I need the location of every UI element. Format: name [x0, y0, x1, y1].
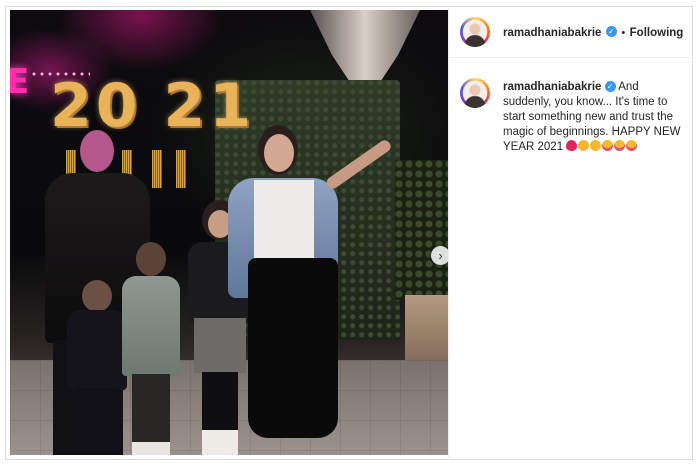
background-pillar [310, 10, 420, 85]
party-face-icon [626, 140, 638, 151]
clapping-hands-icon [590, 140, 602, 151]
clapping-hands-icon [578, 140, 590, 151]
verified-badge-icon: ✓ [605, 26, 617, 38]
next-photo-button[interactable]: › [431, 246, 448, 265]
neon-letter: E [10, 62, 30, 102]
username-link[interactable]: ramadhaniabakrie [503, 27, 601, 39]
separator-dot: • [621, 27, 626, 39]
post-side-panel: ramadhaniabakrie ✓ • Following ramadhani… [448, 6, 694, 460]
party-face-icon [614, 140, 626, 151]
post-header: ramadhaniabakrie ✓ • Following [449, 6, 694, 58]
person-boy-right [118, 242, 186, 455]
post-photo[interactable]: E 2 0 2 1 › [10, 10, 448, 455]
chevron-right-icon: › [438, 248, 443, 263]
post-caption: ramadhaniabakrie ✓ And suddenly, you kno… [503, 80, 688, 155]
caption-username-link[interactable]: ramadhaniabakrie [503, 81, 601, 93]
following-button[interactable]: Following [630, 27, 684, 39]
caption-avatar[interactable] [460, 78, 490, 108]
red-heart-icon [566, 140, 578, 151]
party-face-icon [602, 140, 614, 151]
person-woman [228, 120, 408, 455]
verified-badge-icon: ✓ [604, 81, 616, 93]
header-line: ramadhaniabakrie ✓ • Following [503, 23, 683, 41]
caption-emojis [566, 140, 638, 153]
avatar[interactable] [460, 17, 490, 47]
balloon-digit: 2 [163, 71, 206, 141]
